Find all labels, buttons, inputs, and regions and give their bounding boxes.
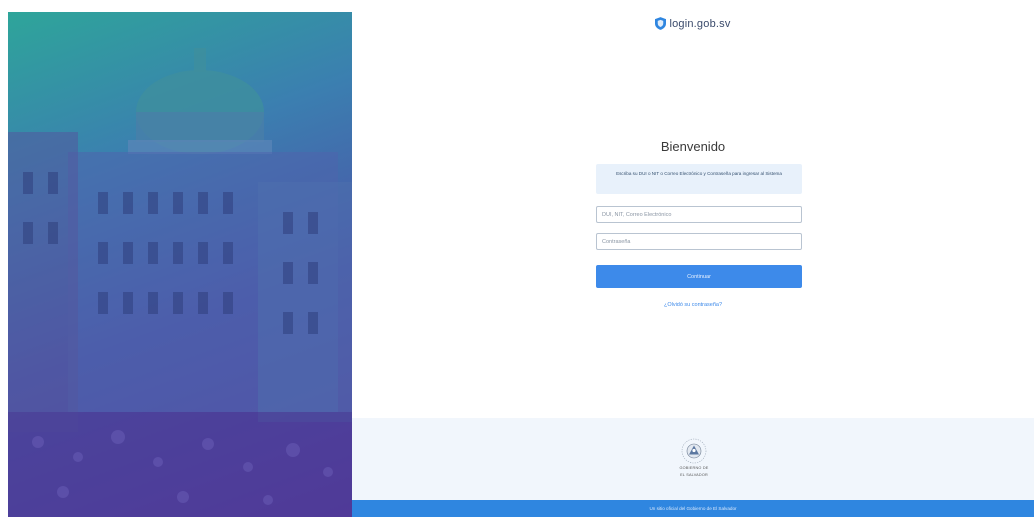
login-instructions: Escriba su DUI o NIT o Correo Electrónic… <box>596 164 802 194</box>
government-seal: GOBIERNO DE EL SALVADOR <box>673 438 715 477</box>
seal-caption-line2: EL SALVADOR <box>680 472 708 477</box>
login-panel: login.gob.sv Bienvenido Escriba su DUI o… <box>352 0 1034 517</box>
building-illustration <box>8 48 352 517</box>
shield-icon <box>655 17 667 30</box>
hero-image <box>8 12 352 517</box>
password-input[interactable] <box>596 233 802 250</box>
national-seal-icon <box>681 438 707 464</box>
user-id-input[interactable] <box>596 206 802 223</box>
forgot-password-link[interactable]: ¿Olvidó su contraseña? <box>352 302 1034 308</box>
brand-logo[interactable]: login.gob.sv <box>655 17 730 30</box>
brand-text: login.gob.sv <box>669 17 731 30</box>
continue-button[interactable]: Continuar <box>596 265 802 288</box>
page-title: Bienvenido <box>660 139 726 154</box>
seal-caption-line1: GOBIERNO DE <box>679 466 709 470</box>
footer: GOBIERNO DE EL SALVADOR <box>352 418 1034 500</box>
brand-header: login.gob.sv <box>352 17 1034 35</box>
official-site-banner: Un sitio oficial del Gobierno de El Salv… <box>352 500 1034 517</box>
